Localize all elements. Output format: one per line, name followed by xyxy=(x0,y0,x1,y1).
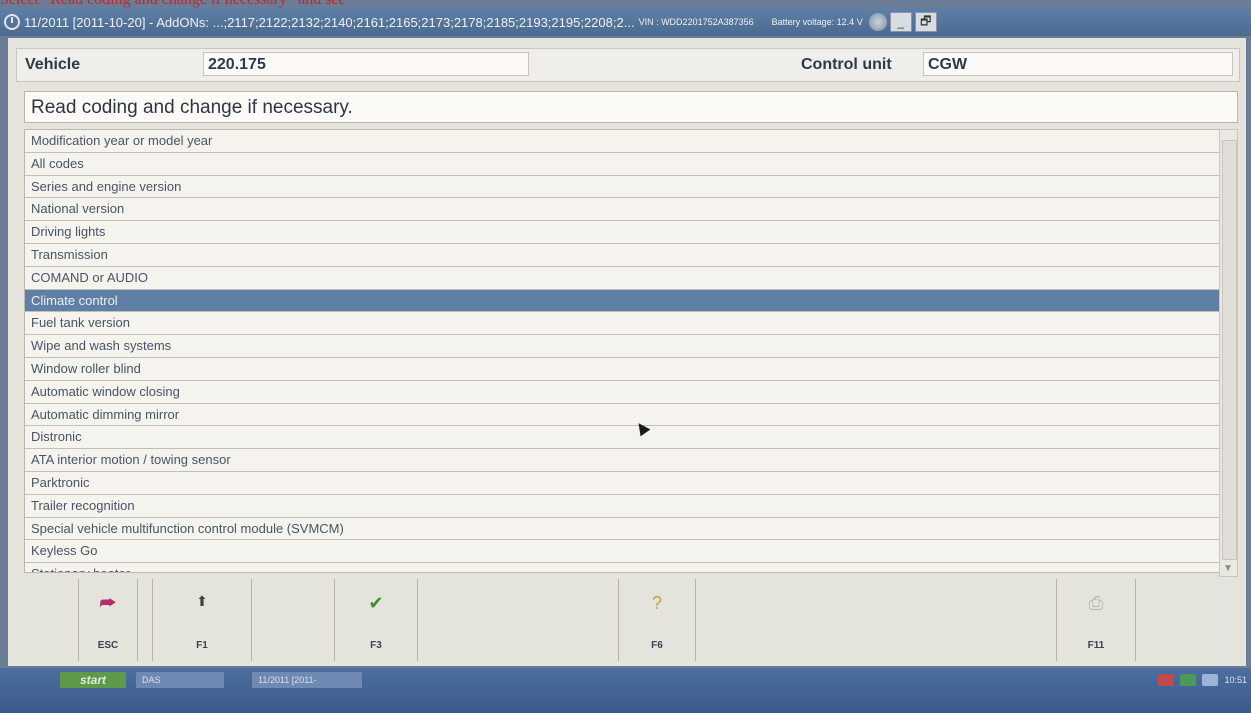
vehicle-label: Vehicle xyxy=(25,56,81,73)
list-item[interactable]: ATA interior motion / towing sensor xyxy=(25,449,1219,472)
f1-key-label: F1 xyxy=(196,640,208,651)
f11-button[interactable]: ⎙ F11 xyxy=(1056,579,1136,661)
list-item[interactable]: Distronic xyxy=(25,426,1219,450)
list-item[interactable]: Fuel tank version xyxy=(25,312,1219,336)
list-item[interactable]: Automatic window closing xyxy=(25,381,1219,404)
app-window: Vehicle 220.175 Control unit CGW Read co… xyxy=(8,38,1246,666)
control-unit-value: CGW xyxy=(923,52,1233,76)
f3-key-label: F3 xyxy=(370,640,382,651)
list-item[interactable]: Modification year or model year xyxy=(25,130,1219,153)
taskbar-item-das[interactable]: DAS xyxy=(136,672,224,688)
start-button[interactable]: start xyxy=(60,672,126,688)
list-item[interactable]: National version xyxy=(25,198,1219,222)
esc-key-label: ESC xyxy=(97,640,119,651)
f11-key-label: F11 xyxy=(1087,640,1105,651)
scroll-down-icon[interactable]: ▼ xyxy=(1223,563,1233,574)
exit-icon: ⮫ xyxy=(99,593,117,613)
list-scrollbar[interactable]: ▼ xyxy=(1219,129,1238,577)
title-bar: 11/2011 [2011-10-20] - AddONs: ...;2117;… xyxy=(0,8,1251,36)
mercedes-logo-icon xyxy=(4,14,20,30)
print-icon: ⎙ xyxy=(1088,593,1104,613)
instruction-text: Read coding and change if necessary. xyxy=(24,91,1238,123)
list-item[interactable]: Automatic dimming mirror xyxy=(25,404,1219,427)
list-item[interactable]: Keyless Go xyxy=(25,540,1219,564)
list-item[interactable]: Transmission xyxy=(25,244,1219,267)
taskbar: start DAS 11/2011 [2011- 10:51 xyxy=(0,668,1251,713)
up-arrow-icon: ⬆ xyxy=(196,593,208,609)
esc-button[interactable]: ⮫ ESC xyxy=(78,579,138,661)
list-item[interactable]: Driving lights xyxy=(25,221,1219,244)
f6-key-label: F6 xyxy=(651,640,663,651)
window-title: 11/2011 [2011-10-20] - AddONs: ...;2117;… xyxy=(24,14,635,30)
list-item[interactable]: Series and engine version xyxy=(25,176,1219,199)
system-tray: 10:51 xyxy=(1158,670,1247,690)
vin-display: VIN : WDD2201752A387356 xyxy=(638,17,754,27)
list-item-selected[interactable]: Climate control xyxy=(25,289,1219,313)
scrollbar-thumb[interactable] xyxy=(1222,140,1237,560)
list-item[interactable]: Trailer recognition xyxy=(25,495,1219,518)
vehicle-bar: Vehicle 220.175 Control unit CGW xyxy=(16,48,1240,82)
tray-alert-icon[interactable] xyxy=(1158,674,1175,686)
list-item[interactable]: Parktronic xyxy=(25,472,1219,495)
control-unit-label: Control unit xyxy=(801,56,892,73)
taskbar-item-session[interactable]: 11/2011 [2011- xyxy=(252,672,362,688)
list-item[interactable]: Stationary heater xyxy=(25,563,1219,572)
f3-button[interactable]: ✔ F3 xyxy=(334,579,418,661)
list-item[interactable]: All codes xyxy=(25,153,1219,176)
coding-list[interactable]: Modification year or model year All code… xyxy=(24,129,1220,573)
vehicle-value: 220.175 xyxy=(203,52,529,76)
list-item[interactable]: Wipe and wash systems xyxy=(25,335,1219,358)
tray-network-icon[interactable] xyxy=(1180,674,1197,686)
clock: 10:51 xyxy=(1224,675,1247,685)
list-item[interactable]: COMAND or AUDIO xyxy=(25,267,1219,290)
f6-button[interactable]: ? F6 xyxy=(618,579,696,661)
restore-button[interactable]: 🗗 xyxy=(914,12,937,32)
function-key-bar: ⮫ ESC ⬆ F1 ✔ F3 ? F6 ⎙ F11 xyxy=(16,579,1238,663)
status-indicator-icon xyxy=(868,13,887,31)
battery-voltage: Battery voltage: 12.4 V xyxy=(771,17,863,27)
f1-button[interactable]: ⬆ F1 xyxy=(152,579,252,661)
list-item[interactable]: Window roller blind xyxy=(25,358,1219,381)
tray-device-icon[interactable] xyxy=(1202,674,1219,686)
help-icon: ? xyxy=(651,593,662,613)
checkmark-icon: ✔ xyxy=(368,593,384,613)
list-item[interactable]: Special vehicle multifunction control mo… xyxy=(25,518,1219,541)
minimize-button[interactable]: _ xyxy=(889,12,912,32)
